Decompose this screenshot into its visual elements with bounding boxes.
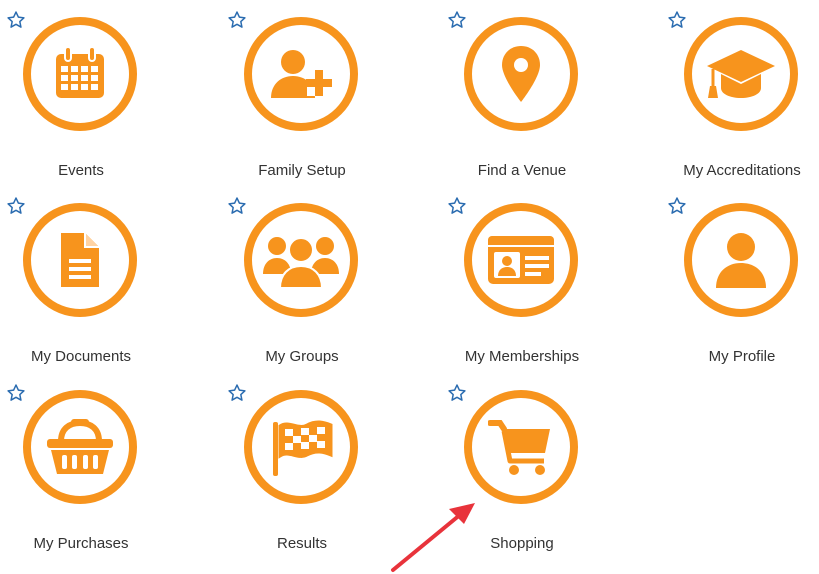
tile-my-purchases[interactable]: My Purchases (6, 383, 156, 563)
tile-results[interactable]: Results (227, 383, 377, 563)
tile-find-a-venue[interactable]: Find a Venue (447, 10, 597, 190)
tile-icon-circle[interactable] (464, 17, 578, 131)
tile-my-memberships[interactable]: My Memberships (447, 196, 597, 376)
map-pin-icon (499, 44, 543, 104)
tile-label[interactable]: Events (0, 162, 166, 179)
user-icon (714, 230, 768, 290)
tile-my-groups[interactable]: My Groups (227, 196, 377, 376)
tile-icon-circle[interactable] (464, 203, 578, 317)
tile-label[interactable]: Find a Venue (437, 162, 607, 179)
document-icon (58, 230, 102, 290)
favorite-star-icon[interactable] (447, 10, 469, 32)
favorite-star-icon[interactable] (227, 10, 249, 32)
app-tile-grid: Events Family Setup Find a Venue My Accr… (0, 0, 819, 574)
shopping-cart-icon (488, 417, 554, 477)
tile-label[interactable]: My Memberships (437, 348, 607, 365)
tile-my-profile[interactable]: My Profile (667, 196, 817, 376)
favorite-star-icon[interactable] (447, 383, 469, 405)
users-icon (263, 230, 339, 290)
favorite-star-icon[interactable] (6, 10, 28, 32)
tile-icon-circle[interactable] (684, 17, 798, 131)
tile-icon-circle[interactable] (23, 17, 137, 131)
favorite-star-icon[interactable] (6, 196, 28, 218)
tile-family-setup[interactable]: Family Setup (227, 10, 377, 190)
tile-icon-circle[interactable] (244, 17, 358, 131)
tile-icon-circle[interactable] (23, 203, 137, 317)
checkered-flag-icon (268, 416, 334, 478)
favorite-star-icon[interactable] (227, 196, 249, 218)
tile-icon-circle[interactable] (464, 390, 578, 504)
tile-icon-circle[interactable] (684, 203, 798, 317)
tile-label[interactable]: My Documents (0, 348, 166, 365)
favorite-star-icon[interactable] (447, 196, 469, 218)
tile-label[interactable]: My Groups (217, 348, 387, 365)
tile-label[interactable]: My Accreditations (657, 162, 819, 179)
calendar-icon (50, 44, 110, 104)
tile-icon-circle[interactable] (244, 203, 358, 317)
tile-icon-circle[interactable] (244, 390, 358, 504)
graduation-cap-icon (705, 44, 777, 104)
tile-label[interactable]: Family Setup (217, 162, 387, 179)
tile-icon-circle[interactable] (23, 390, 137, 504)
favorite-star-icon[interactable] (667, 10, 689, 32)
tile-events[interactable]: Events (6, 10, 156, 190)
tile-label[interactable]: Results (217, 535, 387, 552)
tile-label[interactable]: Shopping (437, 535, 607, 552)
tile-my-accreditations[interactable]: My Accreditations (667, 10, 817, 190)
favorite-star-icon[interactable] (667, 196, 689, 218)
tile-label[interactable]: My Profile (657, 348, 819, 365)
id-card-icon (486, 234, 556, 286)
tile-shopping[interactable]: Shopping (447, 383, 597, 563)
user-plus-icon (269, 44, 333, 104)
favorite-star-icon[interactable] (227, 383, 249, 405)
tile-my-documents[interactable]: My Documents (6, 196, 156, 376)
favorite-star-icon[interactable] (6, 383, 28, 405)
basket-icon (45, 417, 115, 477)
tile-label[interactable]: My Purchases (0, 535, 166, 552)
